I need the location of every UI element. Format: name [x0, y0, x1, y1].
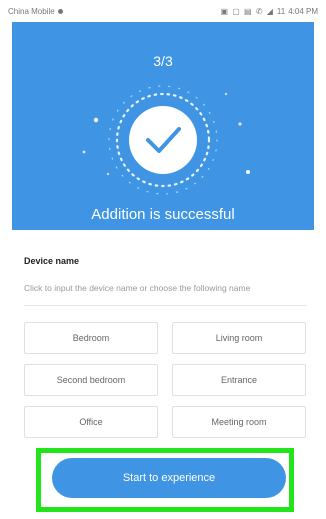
status-bar: China Mobile ▣ ▢ ▤ ✆ ◢ 11 4:04 PM	[0, 0, 326, 22]
success-hero: 3/3 Addition is successful	[12, 22, 314, 230]
signal-wifi-icons: ▣ ▢ ▤ ✆ ◢	[220, 6, 274, 16]
status-right: ▣ ▢ ▤ ✆ ◢ 11 4:04 PM	[220, 7, 318, 16]
start-experience-button[interactable]: Start to experience	[52, 458, 286, 498]
room-option-meeting-room[interactable]: Meeting room	[172, 406, 306, 438]
notification-dot-icon	[57, 8, 63, 14]
room-option-second-bedroom[interactable]: Second bedroom	[24, 364, 158, 396]
room-option-entrance[interactable]: Entrance	[172, 364, 306, 396]
device-name-title: Device name	[24, 256, 80, 266]
status-left: China Mobile	[8, 7, 63, 16]
divider	[24, 305, 306, 306]
success-message: Addition is successful	[91, 206, 235, 223]
carrier-label: China Mobile	[8, 6, 55, 16]
check-circle-icon	[82, 85, 250, 195]
clock: 4:04 PM	[288, 6, 318, 16]
battery-level: 11	[276, 6, 286, 16]
device-name-hint[interactable]: Click to input the device name or choose…	[24, 283, 306, 293]
room-option-bedroom[interactable]: Bedroom	[24, 322, 158, 354]
room-option-office[interactable]: Office	[24, 406, 158, 438]
room-option-living-room[interactable]: Living room	[172, 322, 306, 354]
room-name-options: Bedroom Living room Second bedroom Entra…	[24, 322, 306, 438]
